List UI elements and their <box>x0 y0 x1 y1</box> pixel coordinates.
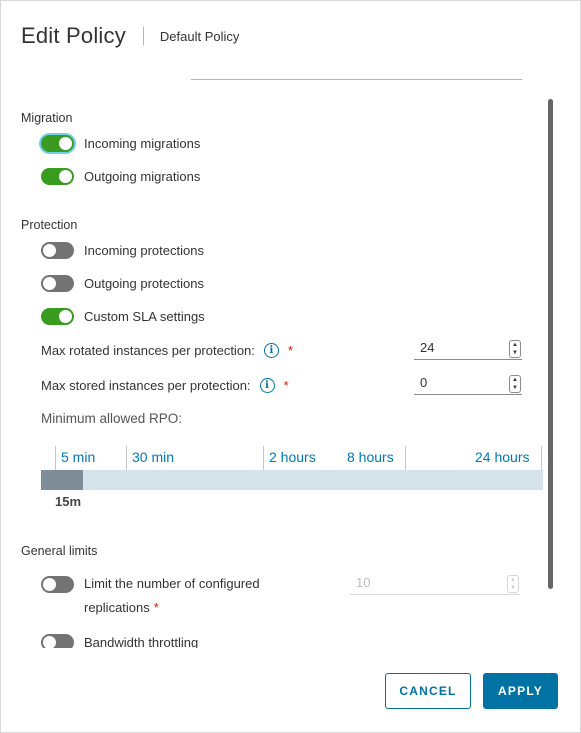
custom-sla-row[interactable]: Custom SLA settings <box>41 308 205 325</box>
required-marker: * <box>153 600 159 615</box>
rpo-tick <box>126 446 127 470</box>
rpo-scale[interactable]: 5 min 30 min 2 hours 8 hours 24 hours <box>41 446 543 470</box>
max-stored-input[interactable]: 0 ▲ ▼ <box>414 373 522 395</box>
limit-replications-label-line2: replications <box>84 600 150 615</box>
policy-name: Default Policy <box>159 28 240 44</box>
rpo-tick <box>55 446 56 470</box>
max-rotated-input[interactable]: 24 ▲ ▼ <box>414 338 522 360</box>
max-rotated-value: 24 <box>420 340 435 355</box>
outgoing-protections-label: Outgoing protections <box>84 276 204 291</box>
limit-replications-row[interactable]: Limit the number of configured replicati… <box>41 576 260 620</box>
incoming-migrations-label: Incoming migrations <box>84 136 201 151</box>
outgoing-protections-toggle[interactable] <box>41 275 74 292</box>
rpo-tick-label[interactable]: 24 hours <box>475 449 529 465</box>
rpo-tick <box>263 446 264 470</box>
rpo-tick-label[interactable]: 2 hours <box>269 449 316 465</box>
outgoing-migrations-toggle[interactable] <box>41 168 74 185</box>
incoming-migrations-row[interactable]: Incoming migrations <box>41 135 200 152</box>
required-marker: * <box>283 378 289 393</box>
rpo-slider-fill[interactable] <box>41 470 83 490</box>
incoming-protections-toggle[interactable] <box>41 242 74 259</box>
rpo-tick-label[interactable]: 30 min <box>132 449 174 465</box>
scrollbar[interactable] <box>548 99 553 589</box>
spinner-arrows-icon[interactable]: ▲ ▼ <box>509 375 521 393</box>
bandwidth-throttling-label: Bandwidth throttling <box>84 635 199 648</box>
max-stored-label-row: Max stored instances per protection: i * <box>41 378 289 393</box>
incoming-migrations-toggle[interactable] <box>41 135 74 152</box>
bandwidth-throttling-toggle[interactable] <box>41 634 74 648</box>
rpo-tick-label[interactable]: 5 min <box>61 449 95 465</box>
dialog-title: Edit Policy <box>21 23 126 48</box>
max-stored-label: Max stored instances per protection: <box>41 378 251 393</box>
incoming-protections-label: Incoming protections <box>84 243 204 258</box>
rpo-tick <box>541 446 542 470</box>
apply-button[interactable]: APPLY <box>483 673 558 709</box>
rpo-label: Minimum allowed RPO: <box>41 411 183 426</box>
rpo-value: 15m <box>55 494 82 509</box>
spinner-arrows-icon[interactable]: ▲ ▼ <box>509 340 521 358</box>
field-underline <box>191 79 522 80</box>
rpo-tick <box>405 446 406 470</box>
outgoing-protections-row[interactable]: Outgoing protections <box>41 275 204 292</box>
header-divider <box>142 27 144 45</box>
info-icon[interactable]: i <box>263 343 279 358</box>
outgoing-migrations-label: Outgoing migrations <box>84 169 201 184</box>
edit-policy-dialog: Edit Policy Default Policy Migration Inc… <box>0 0 581 733</box>
section-protection: Protection <box>21 218 78 232</box>
limit-replications-label: Limit the number of configured <box>84 576 260 591</box>
spinner-arrows-icon[interactable]: ▲ ▼ <box>507 575 519 593</box>
limit-replications-toggle[interactable] <box>41 576 74 593</box>
dialog-header: Edit Policy Default Policy <box>21 23 239 49</box>
limit-replications-input[interactable]: 10 ▲ ▼ <box>350 573 520 595</box>
info-icon[interactable]: i <box>259 378 275 393</box>
section-migration: Migration <box>21 111 73 125</box>
rpo-tick-label[interactable]: 8 hours <box>347 449 394 465</box>
rpo-slider-track[interactable] <box>41 470 543 490</box>
max-rotated-label: Max rotated instances per protection: <box>41 343 255 358</box>
incoming-protections-row[interactable]: Incoming protections <box>41 242 204 259</box>
bandwidth-throttling-row[interactable]: Bandwidth throttling <box>41 634 198 648</box>
outgoing-migrations-row[interactable]: Outgoing migrations <box>41 168 200 185</box>
limit-replications-value: 10 <box>356 575 371 590</box>
cancel-button[interactable]: CANCEL <box>385 673 471 709</box>
custom-sla-toggle[interactable] <box>41 308 74 325</box>
max-rotated-label-row: Max rotated instances per protection: i … <box>41 343 293 358</box>
custom-sla-label: Custom SLA settings <box>84 309 205 324</box>
section-general-limits: General limits <box>21 544 98 558</box>
dialog-body[interactable]: Migration Incoming migrations Outgoing m… <box>1 73 546 648</box>
required-marker: * <box>287 343 293 358</box>
max-stored-value: 0 <box>420 375 428 390</box>
limit-replications-label-block: Limit the number of configured replicati… <box>84 572 260 620</box>
